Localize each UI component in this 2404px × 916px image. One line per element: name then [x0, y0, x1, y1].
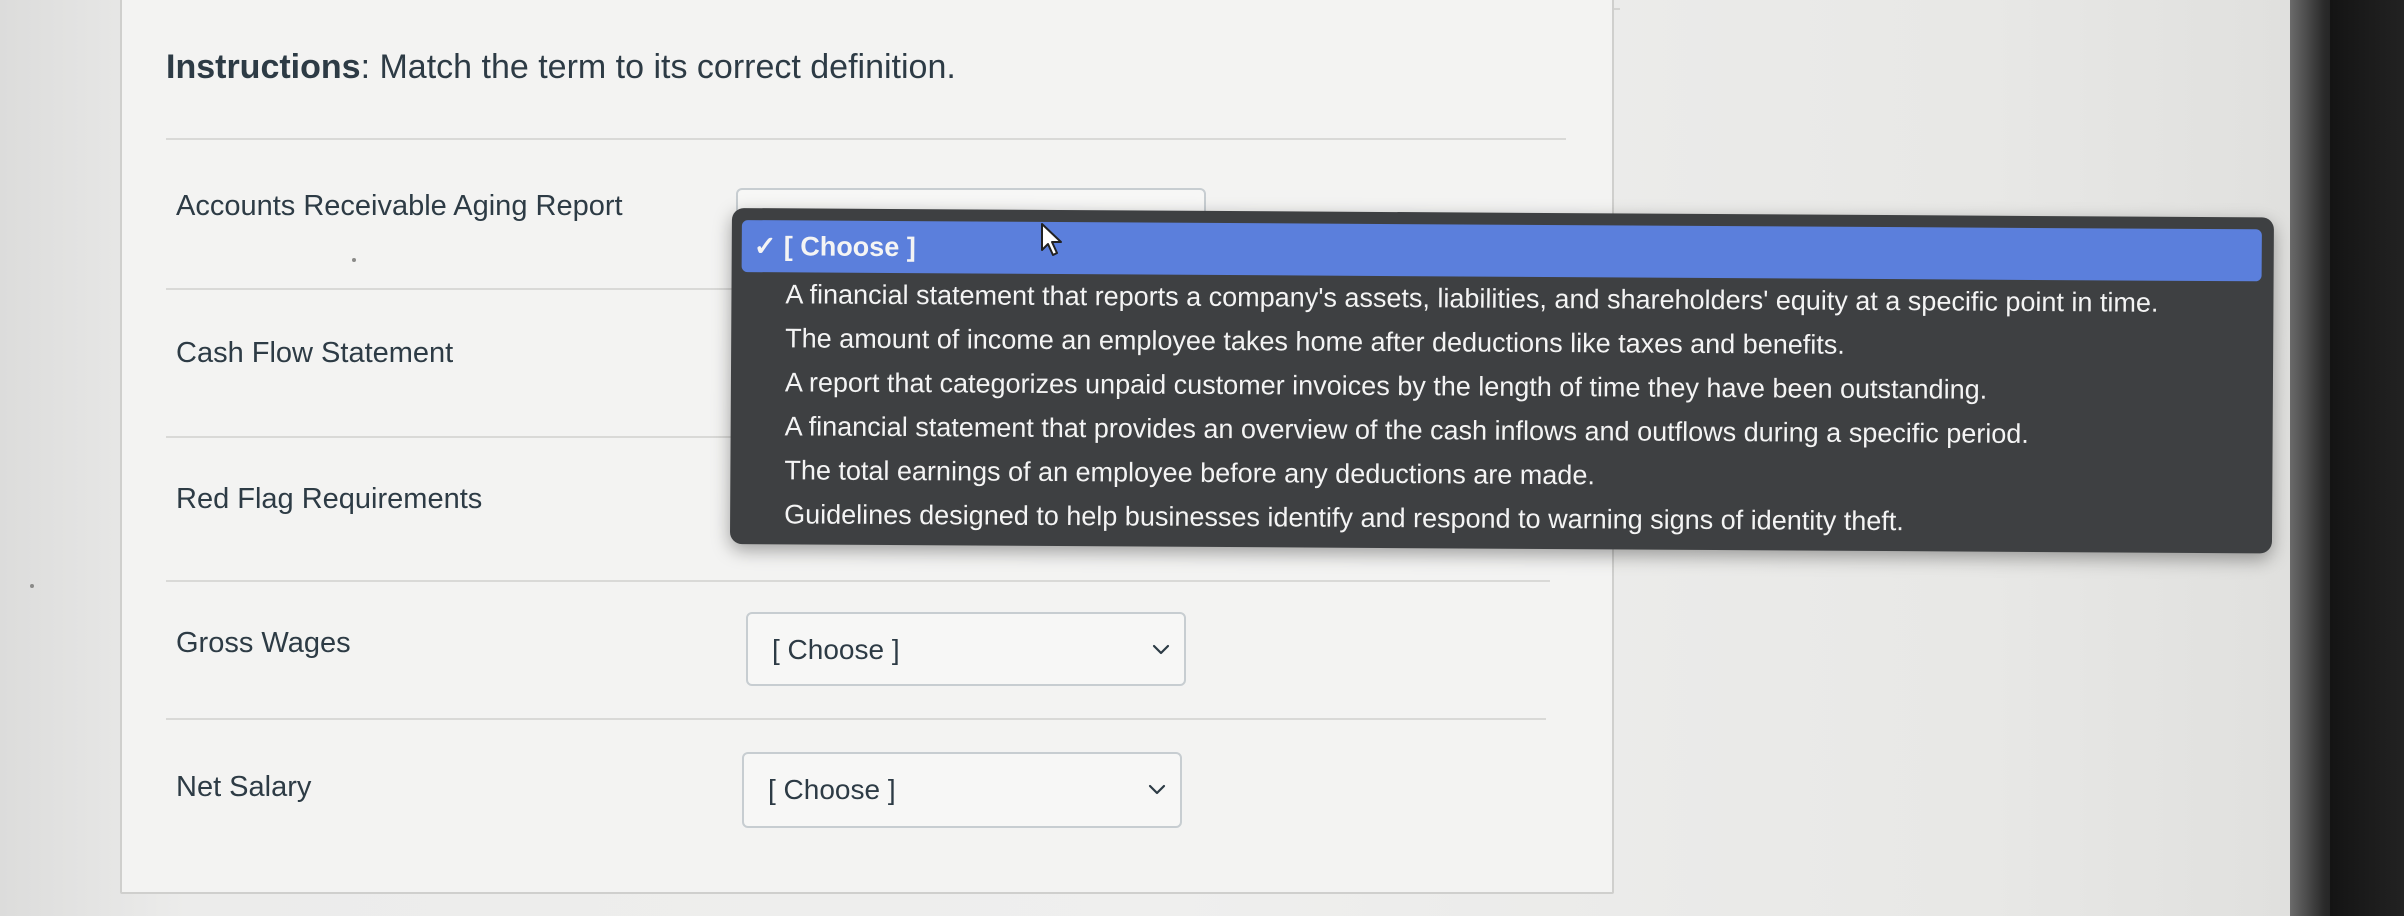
instructions-label: Instructions: [166, 48, 361, 86]
term-label-red-flag: Red Flag Requirements: [176, 483, 483, 515]
answer-select-net-salary[interactable]: [ Choose ]: [742, 752, 1182, 828]
term-label-net-salary: Net Salary: [176, 771, 312, 803]
divider: [166, 718, 1546, 720]
term-label-gross-wages: Gross Wages: [176, 627, 351, 659]
dropdown-option-selected[interactable]: ✓ [ Choose ]: [741, 220, 2262, 282]
term-label-cash-flow: Cash Flow Statement: [176, 337, 454, 369]
option-label: A report that categorizes unpaid custome…: [784, 367, 1988, 405]
option-label: Guidelines designed to help businesses i…: [784, 499, 1904, 537]
option-label: [ Choose ]: [783, 231, 916, 263]
answer-select-gross-wages[interactable]: [ Choose ]: [746, 612, 1186, 686]
chevron-down-icon: [1152, 644, 1170, 655]
option-label: The amount of income an employee takes h…: [785, 323, 1845, 360]
mouse-cursor-icon: [1041, 223, 1062, 256]
monitor-edge: [2330, 0, 2404, 916]
select-value: [ Choose ]: [772, 634, 900, 665]
divider: [166, 288, 736, 290]
divider: [166, 138, 1566, 140]
chevron-down-icon: [1148, 784, 1166, 795]
instructions-text: : Match the term to its correct definiti…: [360, 48, 956, 86]
option-label: A financial statement that provides an o…: [784, 411, 2029, 449]
dropdown-option[interactable]: Guidelines designed to help businesses i…: [730, 492, 2272, 545]
screen-speck: [352, 258, 356, 262]
dropdown-menu: ✓ [ Choose ] A financial statement that …: [729, 208, 2274, 554]
term-label-ar-aging: Accounts Receivable Aging Report: [176, 190, 623, 222]
option-label: The total earnings of an employee before…: [784, 455, 1595, 491]
instructions: Instructions: Match the term to its corr…: [166, 48, 956, 87]
checkmark-icon: ✓: [753, 231, 777, 262]
divider: [166, 436, 736, 438]
divider: [166, 580, 1550, 582]
screen-speck: [30, 584, 34, 588]
select-value: [ Choose ]: [768, 774, 896, 805]
